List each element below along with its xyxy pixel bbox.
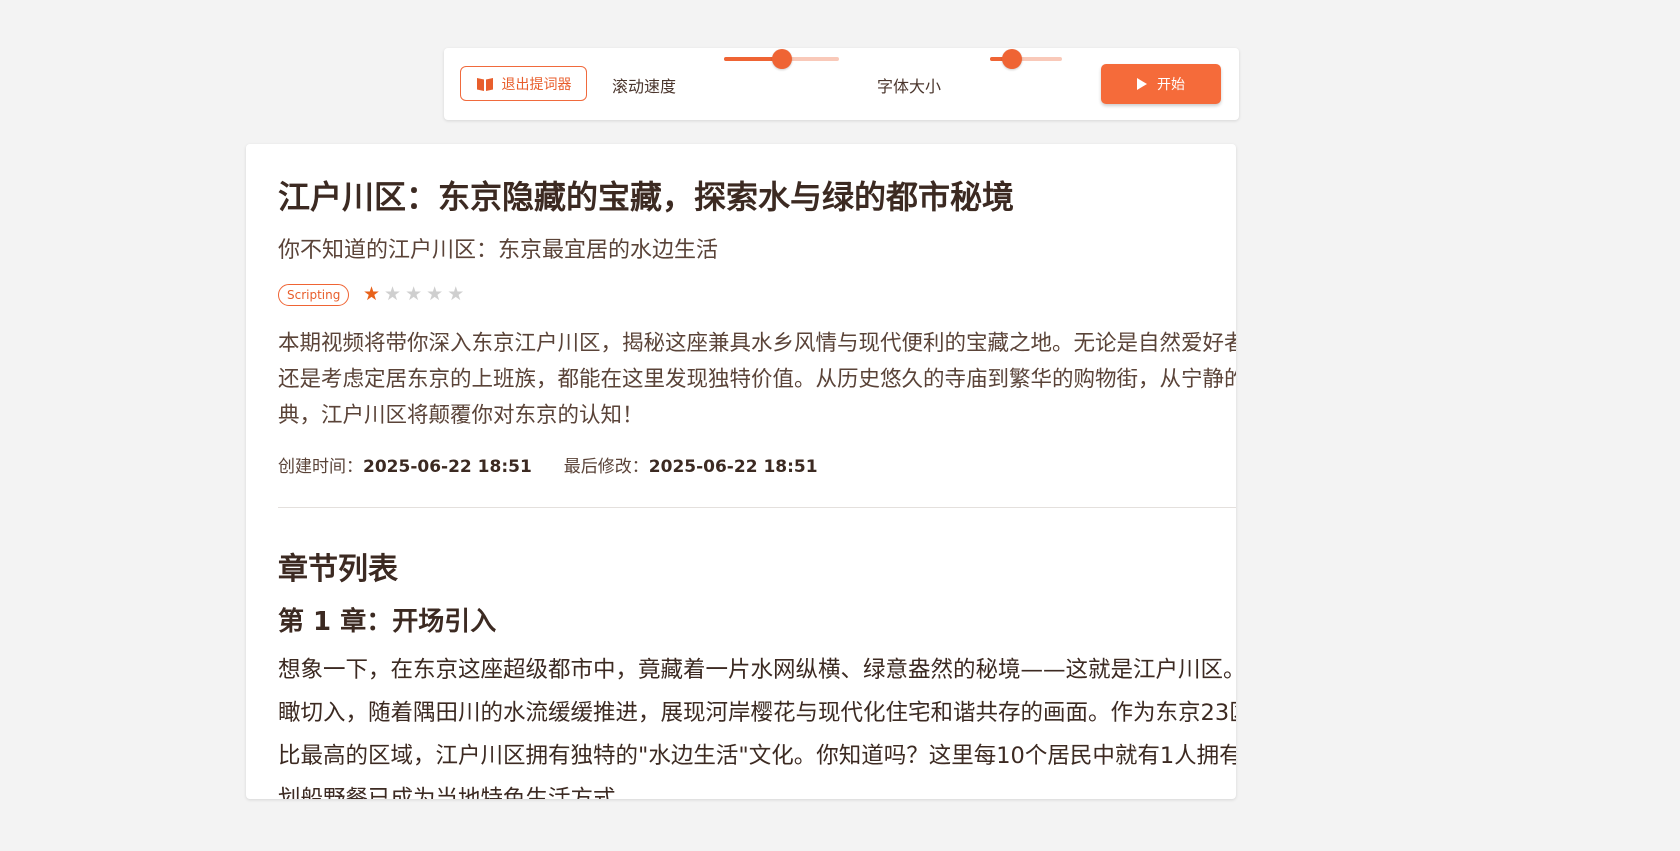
script-card: 江户川区：东京隐藏的宝藏，探索水与绿的都市秘境 你不知道的江户川区：东京最宜居的… xyxy=(246,144,1236,799)
chapter-title: 第 1 章：开场引入 xyxy=(278,607,497,637)
divider xyxy=(278,507,1236,508)
teleprompter-toolbar: 退出提词器 滚动速度 字体大小 开始 xyxy=(444,48,1239,120)
play-icon xyxy=(1137,78,1147,90)
star-empty-icon[interactable]: ★ xyxy=(384,282,401,306)
created-value: 2025-06-22 18:51 xyxy=(363,457,532,477)
star-empty-icon[interactable]: ★ xyxy=(426,282,443,306)
status-badge: Scripting xyxy=(278,284,350,306)
exit-teleprompter-button[interactable]: 退出提词器 xyxy=(460,66,587,101)
scroll-speed-slider[interactable] xyxy=(724,48,839,70)
rating-stars[interactable]: ★ ★ ★ ★ ★ xyxy=(363,282,464,306)
article-meta: 创建时间：2025-06-22 18:51 最后修改：2025-06-22 18:… xyxy=(278,452,818,477)
modified-label: 最后修改： xyxy=(563,457,649,477)
start-button[interactable]: 开始 xyxy=(1101,64,1221,104)
book-open-icon xyxy=(476,76,494,92)
star-empty-icon[interactable]: ★ xyxy=(405,282,422,306)
article-subtitle: 你不知道的江户川区：东京最宜居的水边生活 xyxy=(278,238,719,263)
star-filled-icon[interactable]: ★ xyxy=(363,282,380,306)
chapters-heading: 章节列表 xyxy=(278,552,398,587)
star-empty-icon[interactable]: ★ xyxy=(447,282,464,306)
start-label: 开始 xyxy=(1157,77,1185,93)
modified-value: 2025-06-22 18:51 xyxy=(648,457,818,477)
article-title: 江户川区：东京隐藏的宝藏，探索水与绿的都市秘境 xyxy=(278,178,1015,216)
font-size-label: 字体大小 xyxy=(877,77,942,96)
slider-thumb[interactable] xyxy=(1001,49,1022,69)
scroll-speed-label: 滚动速度 xyxy=(612,77,677,96)
font-size-slider[interactable] xyxy=(990,48,1062,70)
created-label: 创建时间： xyxy=(278,457,363,477)
chapter-body: 想象一下，在东京这座超级都市中，竟藏着一片水网纵横、绿意盎然的秘境——这就是江户… xyxy=(278,657,1236,799)
exit-teleprompter-label: 退出提词器 xyxy=(501,76,572,93)
article-description: 本期视频将带你深入东京江户川区，揭秘这座兼具水乡风情与现代便利的宝藏之地。无论是… xyxy=(278,331,1236,428)
slider-thumb[interactable] xyxy=(771,49,792,69)
